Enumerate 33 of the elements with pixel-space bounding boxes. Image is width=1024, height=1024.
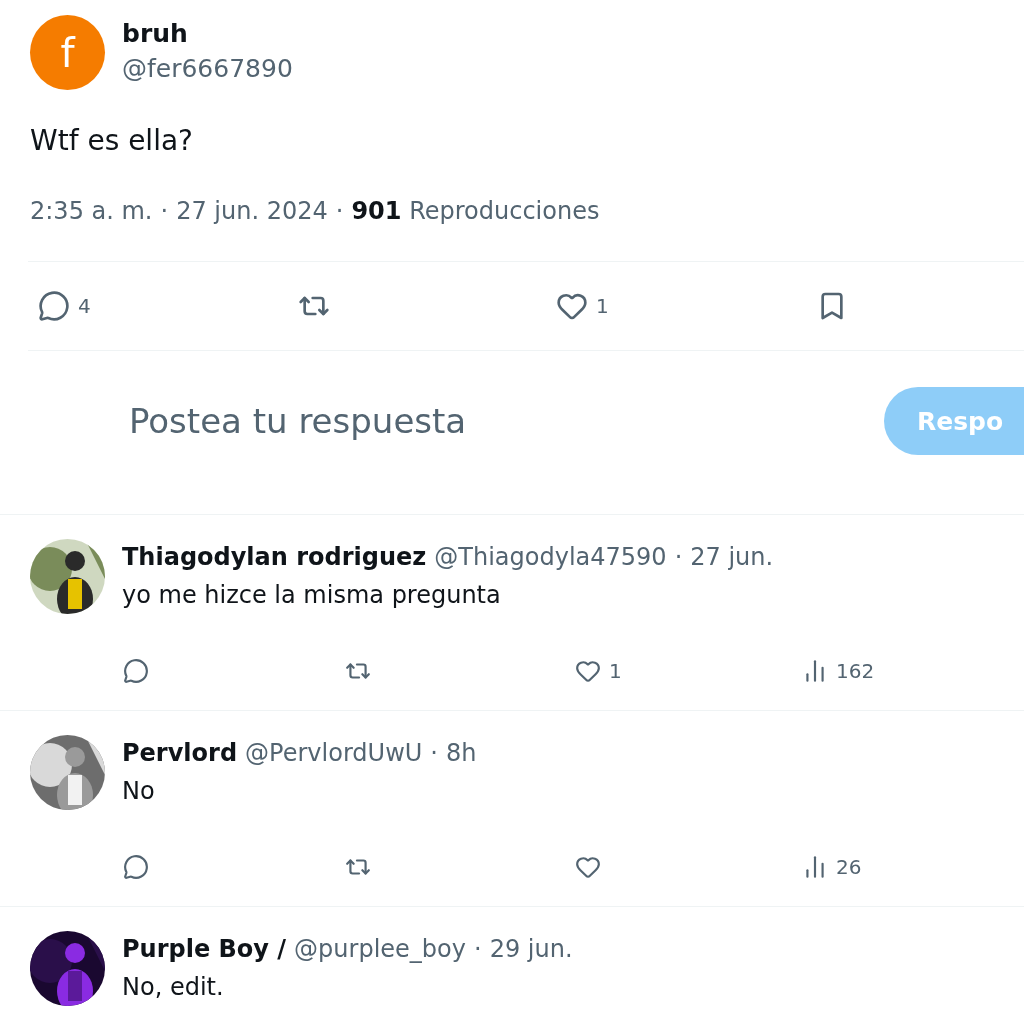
reply-time[interactable]: 8h xyxy=(445,739,477,767)
post-date[interactable]: 27 jun. 2024 xyxy=(176,197,328,225)
reply-author-handle[interactable]: @PervlordUwU xyxy=(245,739,423,767)
reply-author-name[interactable]: Pervlord xyxy=(122,739,238,767)
author-handle[interactable]: @fer6667890 xyxy=(122,54,293,83)
action-count: 1 xyxy=(609,659,622,683)
action-count: 4 xyxy=(78,294,91,318)
reply-time[interactable]: 27 jun. xyxy=(690,543,774,571)
post-text: Wtf es ella? xyxy=(29,123,194,157)
heart-icon[interactable] xyxy=(575,658,601,684)
heart-icon[interactable] xyxy=(575,854,601,880)
action-count: 1 xyxy=(596,294,609,318)
reply-text: yo me hizce la misma pregunta xyxy=(122,581,502,609)
reply-text: No, edit. xyxy=(122,973,225,1001)
reply-icon[interactable] xyxy=(123,854,149,880)
reply-icon[interactable] xyxy=(38,290,70,322)
reply-icon[interactable] xyxy=(123,658,149,684)
reply-author-handle[interactable]: @purplee_boy xyxy=(294,935,466,963)
reply-text: No xyxy=(122,777,156,805)
action-count: 26 xyxy=(836,855,862,879)
separator: · xyxy=(430,739,438,767)
separator: · xyxy=(335,197,344,225)
view-count: 901 Reproducciones xyxy=(351,197,600,225)
separator: · xyxy=(674,543,683,571)
separator: · xyxy=(160,197,169,225)
separator: · xyxy=(474,935,482,963)
author-name[interactable]: bruh xyxy=(122,19,293,48)
action-count: 162 xyxy=(836,659,875,683)
reply-author-name[interactable]: Purple Boy / xyxy=(122,935,287,963)
reply-author-handle[interactable]: @Thiagodyla47590 xyxy=(434,543,667,571)
reply-time[interactable]: 29 jun. xyxy=(489,935,573,963)
post-time[interactable]: 2:35 a. m. xyxy=(30,197,153,225)
reply-author-name[interactable]: Thiagodylan rodriguez xyxy=(122,543,427,571)
